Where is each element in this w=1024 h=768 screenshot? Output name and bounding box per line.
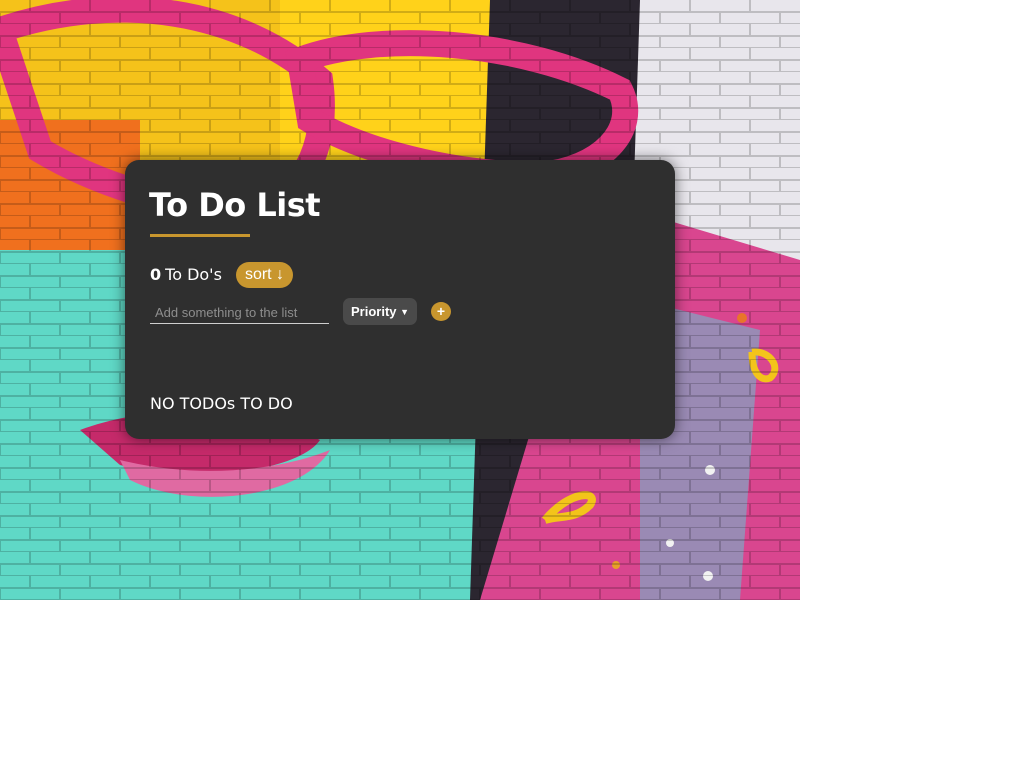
todo-counter: 0 To Do's <box>150 264 222 286</box>
priority-select-value: Priority <box>351 304 397 319</box>
todo-count-label: To Do's <box>165 265 222 284</box>
add-todo-input[interactable] <box>150 301 329 324</box>
chevron-down-icon: ▼ <box>400 306 409 317</box>
todo-count-value: 0 <box>150 265 162 284</box>
add-todo-button[interactable]: + <box>431 302 451 321</box>
page-title: To Do List <box>149 186 321 224</box>
empty-list-message: NO TODOs TO DO <box>150 394 293 413</box>
title-underline-divider <box>150 234 250 237</box>
todo-card: To Do List 0To Do's sort ↓ Priority ▼ + … <box>125 160 675 439</box>
priority-select[interactable]: Priority ▼ <box>343 298 417 325</box>
sort-button[interactable]: sort ↓ <box>236 262 293 288</box>
